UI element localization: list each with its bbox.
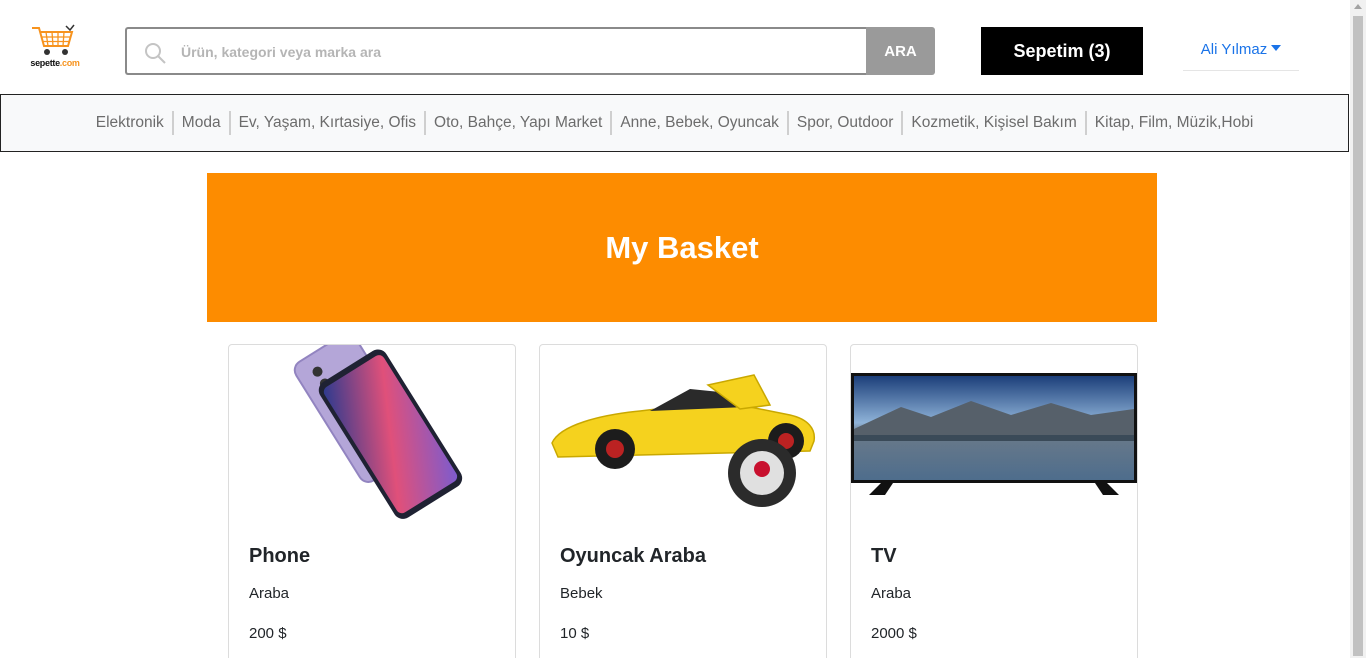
scrollbar-thumb[interactable] [1353, 16, 1363, 656]
user-name: Ali Yılmaz [1200, 40, 1268, 58]
scrollbar[interactable] [1350, 0, 1366, 658]
category-kozmetik[interactable]: Kozmetik, Kişisel Bakım [901, 111, 1084, 135]
search-bar: ARA [125, 27, 935, 75]
product-price: 200 $ [249, 625, 287, 642]
category-elektronik[interactable]: Elektronik [88, 111, 172, 135]
phone-image [293, 345, 463, 519]
search-box [125, 27, 866, 75]
caret-down-icon [1271, 45, 1282, 51]
product-price: 10 $ [560, 625, 590, 642]
category-nav: Elektronik Moda Ev, Yaşam, Kırtasiye, Of… [0, 94, 1349, 152]
product-category: Bebek [560, 585, 603, 602]
product-name: TV [871, 545, 897, 567]
tv-image [851, 373, 1137, 495]
category-anne-bebek[interactable]: Anne, Bebek, Oyuncak [610, 111, 787, 135]
category-moda[interactable]: Moda [171, 111, 229, 135]
basket-banner: My Basket [207, 173, 1157, 322]
category-kitap[interactable]: Kitap, Film, Müzik,Hobi [1084, 111, 1261, 135]
product-category: Araba [249, 585, 290, 602]
product-card[interactable]: Oyuncak Araba Bebek 10 $ [539, 344, 827, 658]
cart-button[interactable]: Sepetim (3) [981, 27, 1143, 75]
user-menu[interactable]: Ali Yılmaz [1183, 28, 1299, 71]
product-card[interactable]: TV Araba 2000 $ [850, 344, 1138, 658]
product-name: Phone [249, 545, 311, 567]
search-icon [145, 43, 166, 64]
category-oto-bahce[interactable]: Oto, Bahçe, Yapı Market [424, 111, 610, 135]
page-title: My Basket [605, 229, 759, 265]
header: sepette.com ARA Sepetim (3) Ali Yılmaz [0, 0, 1350, 94]
product-category: Araba [871, 585, 912, 602]
scroll-up-arrow-icon[interactable] [1354, 4, 1362, 9]
product-card[interactable]: Phone Araba 200 $ [228, 344, 516, 658]
toy-car-image [551, 374, 816, 507]
search-input[interactable] [181, 39, 841, 65]
product-price: 2000 $ [871, 625, 917, 642]
shopping-cart-icon [32, 24, 75, 55]
category-ev-yasam[interactable]: Ev, Yaşam, Kırtasiye, Ofis [228, 111, 424, 135]
search-button[interactable]: ARA [866, 27, 935, 75]
product-name: Oyuncak Araba [560, 545, 706, 567]
site-logo[interactable]: sepette.com [30, 24, 80, 72]
logo-text: sepette.com [30, 58, 80, 68]
category-spor[interactable]: Spor, Outdoor [786, 111, 902, 135]
